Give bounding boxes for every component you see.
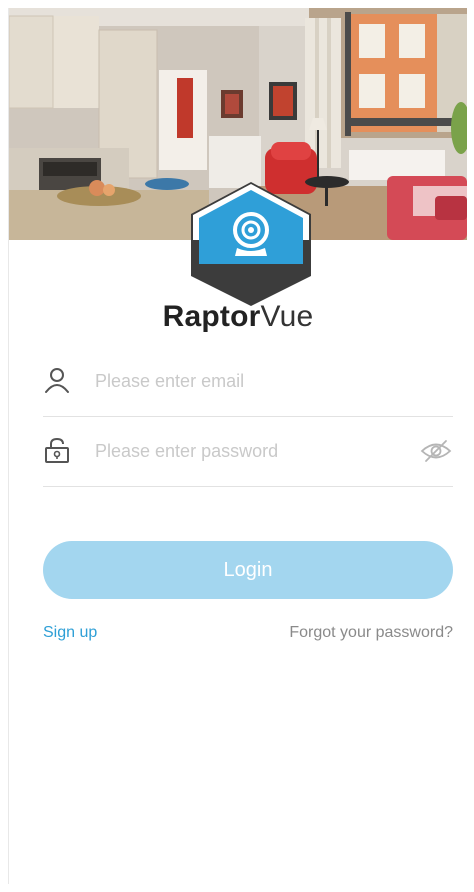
- password-input[interactable]: [93, 432, 397, 470]
- login-screen: RaptorVue Login: [8, 8, 467, 884]
- email-input[interactable]: [93, 362, 397, 400]
- app-logo: [189, 180, 313, 308]
- brand-name: RaptorVue: [9, 300, 467, 334]
- lock-icon: [43, 436, 71, 464]
- webcam-icon: [191, 182, 311, 306]
- login-button[interactable]: Login: [43, 541, 453, 599]
- user-icon: [43, 366, 71, 394]
- brand-name-bold: Raptor: [162, 300, 261, 333]
- password-field: [43, 418, 453, 487]
- brand-name-light: Vue: [260, 300, 314, 333]
- signup-link[interactable]: Sign up: [43, 624, 97, 642]
- eye-off-icon[interactable]: [419, 438, 453, 464]
- forgot-password-link[interactable]: Forgot your password?: [289, 624, 453, 642]
- email-field: [43, 348, 453, 417]
